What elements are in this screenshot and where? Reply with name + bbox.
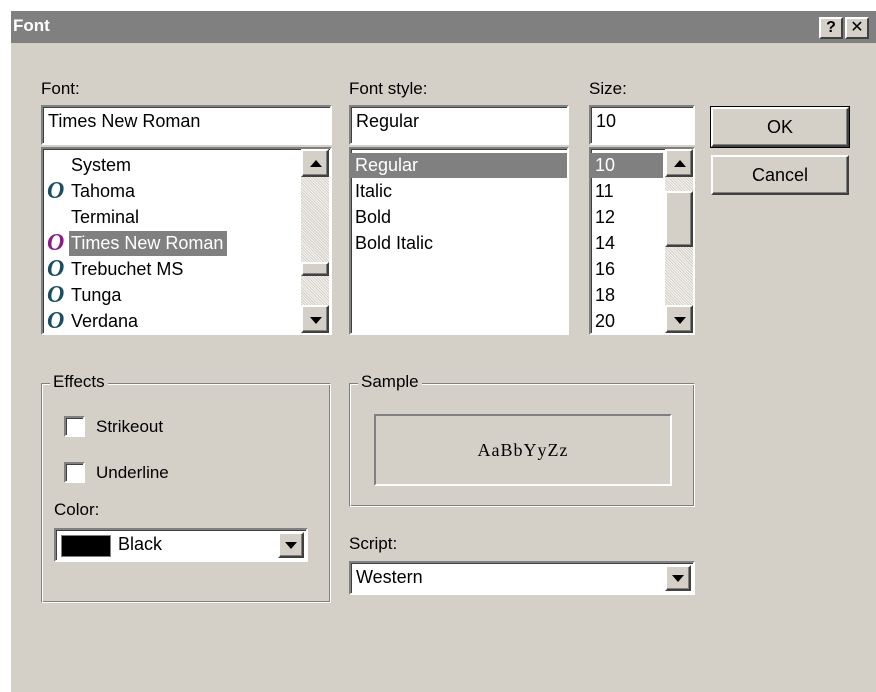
font-list-item-label: Verdana	[71, 311, 139, 331]
arrow-up-icon	[310, 160, 322, 167]
size-list-item-label: 18	[595, 285, 616, 305]
sample-group: Sample AaBbYyZz	[349, 372, 695, 507]
script-value: Western	[356, 567, 423, 587]
effects-title: Effects	[50, 372, 108, 392]
font-list-item[interactable]: O Times New Roman	[43, 231, 301, 256]
script-combo[interactable]: Western	[349, 561, 695, 595]
opentype-font-icon: O	[47, 230, 65, 256]
font-style-list[interactable]: Regular Italic Bold Bold Italic	[349, 147, 569, 335]
font-style-value: Regular	[356, 111, 420, 131]
opentype-font-icon: O	[47, 178, 65, 204]
arrow-up-icon	[674, 160, 686, 167]
size-value: 10	[596, 111, 617, 131]
font-style-list-item[interactable]: Bold	[351, 205, 567, 230]
chevron-down-icon	[285, 542, 297, 549]
script-label: Script:	[349, 534, 398, 553]
font-style-list-item-label: Bold Italic	[355, 233, 434, 253]
strikeout-label[interactable]: Strikeout	[96, 417, 163, 437]
size-list-item[interactable]: 14	[591, 231, 663, 256]
size-list[interactable]: 10 11 12 14 16 18 20	[589, 147, 695, 335]
size-label: Size:	[589, 79, 627, 98]
size-list-scrollbar[interactable]	[665, 149, 693, 333]
font-scroll-down-button[interactable]	[301, 305, 329, 333]
size-list-item-label: 10	[595, 155, 616, 175]
size-list-item-label: 20	[595, 311, 616, 331]
font-list-item-label: Trebuchet MS	[71, 259, 184, 279]
font-list-scrollbar[interactable]	[301, 149, 329, 333]
font-scroll-up-button[interactable]	[301, 149, 329, 177]
font-list-item-label: Times New Roman	[69, 231, 228, 256]
size-list-item[interactable]: 12	[591, 205, 663, 230]
help-button[interactable]: ?	[819, 17, 843, 39]
strikeout-checkbox[interactable]	[64, 416, 85, 437]
font-style-input[interactable]: Regular	[349, 105, 569, 145]
font-list-item[interactable]: O Verdana	[43, 309, 301, 334]
font-style-list-item-label: Regular	[355, 155, 419, 175]
size-scroll-down-button[interactable]	[665, 305, 693, 333]
size-list-item-label: 12	[595, 207, 616, 227]
size-list-item[interactable]: 18	[591, 283, 663, 308]
color-label: Color:	[54, 500, 100, 519]
sample-preview: AaBbYyZz	[374, 414, 672, 486]
size-scroll-thumb[interactable]	[665, 191, 693, 247]
title-bar[interactable]: Font ? ✕	[11, 11, 876, 43]
font-scroll-thumb[interactable]	[301, 262, 329, 276]
size-list-item[interactable]: 20	[591, 309, 663, 333]
sample-text: AaBbYyZz	[477, 440, 569, 460]
font-list-item[interactable]: Terminal	[43, 205, 301, 230]
font-list-item-label: System	[71, 155, 132, 175]
size-list-item[interactable]: 11	[591, 179, 663, 204]
font-style-list-item[interactable]: Bold Italic	[351, 231, 567, 256]
size-list-item-label: 16	[595, 259, 616, 279]
font-style-list-item[interactable]: Regular	[351, 153, 567, 178]
size-list-item-label: 14	[595, 233, 616, 253]
font-style-label: Font style:	[349, 79, 428, 98]
opentype-font-icon: O	[47, 256, 65, 282]
chevron-down-icon	[672, 575, 684, 582]
font-name-value: Times New Roman	[48, 111, 201, 131]
size-input[interactable]: 10	[589, 105, 695, 145]
close-button[interactable]: ✕	[845, 17, 869, 39]
close-icon: ✕	[850, 19, 864, 36]
size-scroll-up-button[interactable]	[665, 149, 693, 177]
color-swatch	[61, 535, 111, 557]
ok-button[interactable]: OK	[710, 106, 850, 148]
font-style-list-item-label: Italic	[355, 181, 393, 201]
size-list-item-label: 11	[595, 181, 614, 201]
underline-checkbox[interactable]	[64, 462, 85, 483]
color-value: Black	[118, 534, 163, 554]
sample-title: Sample	[358, 372, 422, 392]
font-style-list-item-label: Bold	[355, 207, 392, 227]
cancel-button[interactable]: Cancel	[711, 155, 849, 195]
font-list-item[interactable]: System	[43, 153, 301, 178]
window-title: Font	[13, 16, 50, 35]
font-list-item[interactable]: O Trebuchet MS	[43, 257, 301, 282]
underline-label[interactable]: Underline	[96, 463, 169, 483]
color-combo[interactable]: Black	[54, 528, 308, 562]
opentype-font-icon: O	[47, 308, 65, 334]
font-list-item[interactable]: O Tahoma	[43, 179, 301, 204]
font-label: Font:	[41, 79, 80, 98]
font-list-item-label: Tunga	[71, 285, 122, 305]
font-list-item[interactable]: O Tunga	[43, 283, 301, 308]
arrow-down-icon	[674, 317, 686, 324]
effects-group: Effects Strikeout Underline Color: Black	[41, 372, 331, 603]
font-dialog: Font ? ✕ Font: Times New Roman System O Ta…	[10, 10, 876, 692]
script-dropdown-button[interactable]	[665, 565, 691, 591]
font-style-list-item[interactable]: Italic	[351, 179, 567, 204]
font-name-input[interactable]: Times New Roman	[41, 105, 332, 145]
arrow-down-icon	[310, 317, 322, 324]
font-list[interactable]: System O Tahoma Terminal O Times New Roman O Tr…	[41, 147, 332, 335]
font-list-item-label: Terminal	[71, 207, 140, 227]
color-dropdown-button[interactable]	[278, 532, 304, 558]
opentype-font-icon: O	[47, 282, 65, 308]
font-list-item-label: Tahoma	[71, 181, 136, 201]
size-list-item[interactable]: 16	[591, 257, 663, 282]
size-list-item[interactable]: 10	[591, 153, 663, 178]
